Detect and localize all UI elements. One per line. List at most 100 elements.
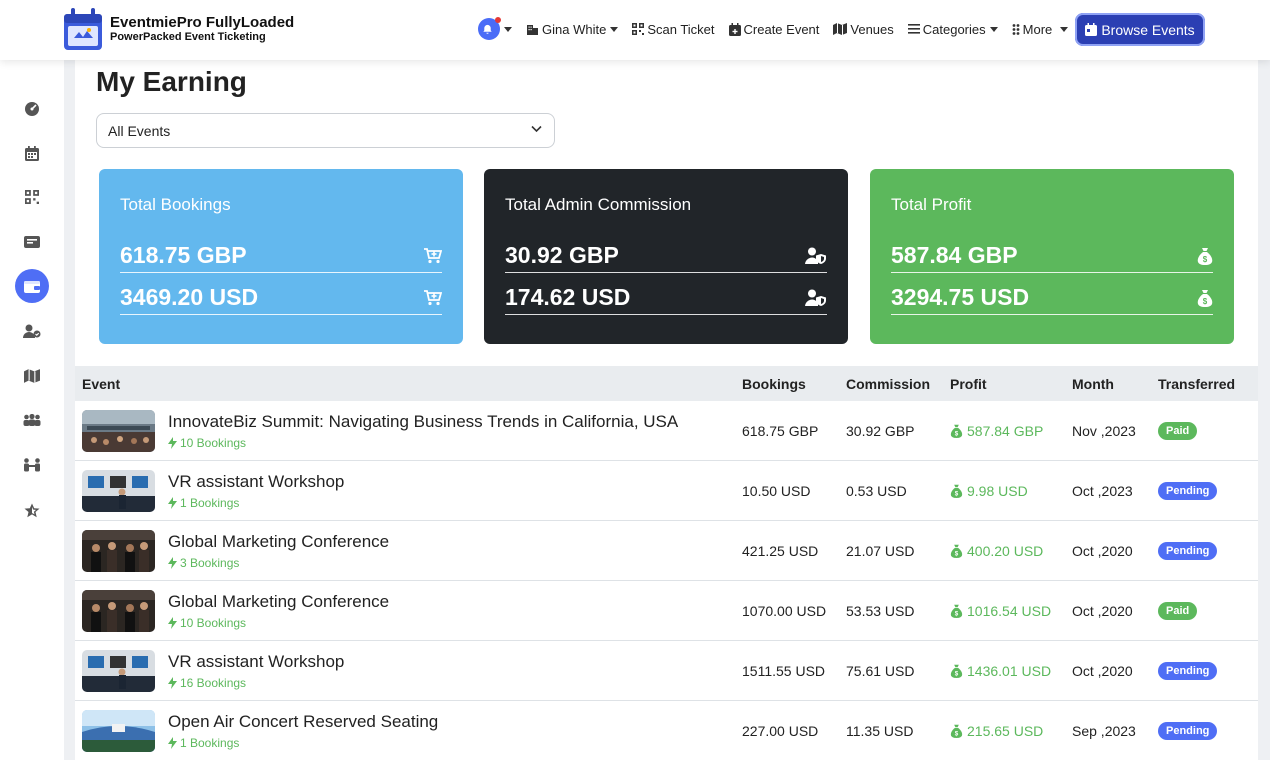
sidebar-item-users[interactable] bbox=[15, 314, 49, 348]
sidebar-item-events[interactable] bbox=[15, 136, 49, 170]
browse-events-button[interactable]: Browse Events bbox=[1075, 13, 1205, 46]
total-admin-commission-card: Total Admin Commission 30.92 GBP 174.62 … bbox=[484, 169, 848, 344]
total-commission-gbp: 30.92 GBP bbox=[505, 242, 619, 268]
svg-text:$: $ bbox=[955, 670, 959, 677]
table-row[interactable]: Global Marketing Conference 3 Bookings 4… bbox=[75, 521, 1258, 581]
scan-ticket-link[interactable]: Scan Ticket bbox=[632, 22, 715, 37]
status-badge: Pending bbox=[1158, 722, 1218, 740]
create-event-link[interactable]: Create Event bbox=[728, 21, 820, 37]
event-thumbnail[interactable] bbox=[82, 529, 155, 572]
bolt-icon bbox=[168, 496, 177, 509]
profit-value: 1016.54 USD bbox=[967, 602, 1052, 619]
notifications-dropdown[interactable] bbox=[478, 17, 512, 40]
chevron-down-icon bbox=[531, 125, 542, 133]
categories-label: Categories bbox=[922, 21, 986, 37]
venues-link[interactable]: Venues bbox=[833, 21, 894, 37]
booking-count: 1 Bookings bbox=[180, 495, 240, 510]
profit-value: 9.98 USD bbox=[967, 482, 1028, 499]
browse-events-label: Browse Events bbox=[1101, 21, 1195, 38]
event-filter-select[interactable]: All Events bbox=[96, 113, 555, 148]
brand-title: EventmiePro FullyLoaded bbox=[110, 14, 295, 31]
month-value: Oct ,2020 bbox=[1072, 542, 1133, 559]
page-title: My Earning bbox=[96, 66, 247, 97]
total-profit-gbp: 587.84 GBP bbox=[891, 242, 1018, 268]
header-commission: Commission bbox=[846, 375, 931, 392]
create-event-label: Create Event bbox=[743, 21, 820, 37]
event-thumbnail[interactable] bbox=[82, 469, 155, 512]
event-title[interactable]: VR assistant Workshop bbox=[168, 472, 344, 492]
status-badge: Paid bbox=[1158, 602, 1198, 620]
bolt-icon bbox=[168, 736, 177, 749]
venues-label: Venues bbox=[850, 21, 894, 37]
event-thumbnail[interactable] bbox=[82, 409, 155, 452]
event-title[interactable]: Global Marketing Conference bbox=[168, 532, 389, 552]
sidebar-item-reviews[interactable] bbox=[15, 493, 49, 527]
user-menu[interactable]: Gina White bbox=[526, 21, 619, 37]
earnings-table: Event Bookings Commission Profit Month T… bbox=[75, 366, 1258, 760]
user-name: Gina White bbox=[542, 21, 607, 37]
calendar-plus-icon bbox=[728, 22, 741, 36]
sidebar-item-sponsors[interactable] bbox=[15, 448, 49, 482]
commission-value: 30.92 GBP bbox=[846, 422, 915, 439]
event-title[interactable]: Open Air Concert Reserved Seating bbox=[168, 712, 438, 732]
svg-text:$: $ bbox=[1203, 255, 1208, 264]
month-value: Oct ,2023 bbox=[1072, 482, 1133, 499]
month-value: Oct ,2020 bbox=[1072, 662, 1133, 679]
total-commission-usd: 174.62 USD bbox=[505, 284, 631, 310]
event-title[interactable]: VR assistant Workshop bbox=[168, 652, 344, 672]
user-shield-icon bbox=[805, 247, 826, 264]
event-title[interactable]: Global Marketing Conference bbox=[168, 592, 389, 612]
sidebar-item-dashboard[interactable] bbox=[15, 92, 49, 126]
commission-value: 75.61 USD bbox=[846, 662, 915, 679]
caret-down-icon bbox=[610, 26, 619, 32]
month-value: Nov ,2023 bbox=[1072, 422, 1136, 439]
commission-value: 0.53 USD bbox=[846, 482, 907, 499]
profit-value: 1436.01 USD bbox=[967, 662, 1052, 679]
table-row[interactable]: InnovateBiz Summit: Navigating Business … bbox=[75, 401, 1258, 461]
sidebar-item-earnings[interactable] bbox=[15, 269, 49, 303]
map-icon bbox=[24, 369, 40, 383]
event-thumbnail[interactable] bbox=[82, 709, 155, 752]
caret-down-icon bbox=[1060, 26, 1069, 32]
bookings-value: 227.00 USD bbox=[742, 722, 819, 739]
table-row[interactable]: VR assistant Workshop 1 Bookings 10.50 U… bbox=[75, 461, 1258, 521]
status-badge: Pending bbox=[1158, 482, 1218, 500]
header-bookings: Bookings bbox=[742, 375, 806, 392]
categories-dropdown[interactable]: Categories bbox=[907, 21, 998, 37]
total-bookings-title: Total Bookings bbox=[120, 195, 231, 214]
booking-count: 16 Bookings bbox=[180, 675, 247, 690]
event-thumbnail[interactable] bbox=[82, 589, 155, 632]
sidebar-item-attendees[interactable] bbox=[15, 403, 49, 437]
event-title[interactable]: InnovateBiz Summit: Navigating Business … bbox=[168, 412, 678, 432]
svg-text:$: $ bbox=[1203, 297, 1208, 306]
calendar-icon bbox=[1085, 23, 1098, 36]
event-filter-value: All Events bbox=[108, 123, 171, 139]
sidebar-item-scan[interactable] bbox=[15, 180, 49, 214]
user-shield-icon bbox=[805, 289, 826, 306]
caret-down-icon bbox=[989, 26, 998, 32]
status-badge: Pending bbox=[1158, 542, 1218, 560]
qrcode-icon bbox=[632, 23, 645, 35]
header-event: Event bbox=[82, 375, 121, 392]
caret-down-icon bbox=[504, 26, 512, 32]
total-bookings-gbp: 618.75 GBP bbox=[120, 242, 247, 268]
menu-lines-icon bbox=[907, 24, 920, 34]
commission-value: 11.35 USD bbox=[846, 722, 914, 739]
status-badge: Paid bbox=[1158, 422, 1198, 440]
total-bookings-card: Total Bookings 618.75 GBP 3469.20 USD bbox=[99, 169, 463, 344]
svg-text:$: $ bbox=[955, 610, 959, 617]
header-month: Month bbox=[1072, 375, 1114, 392]
more-dropdown[interactable]: More bbox=[1012, 22, 1069, 37]
sidebar-item-tickets[interactable] bbox=[15, 225, 49, 259]
total-profit-card: Total Profit 587.84 GBP $ 3294.75 USD $ bbox=[870, 169, 1234, 344]
table-row[interactable]: Open Air Concert Reserved Seating 1 Book… bbox=[75, 701, 1258, 760]
table-row[interactable]: VR assistant Workshop 16 Bookings 1511.5… bbox=[75, 641, 1258, 701]
event-thumbnail[interactable] bbox=[82, 649, 155, 692]
bolt-icon bbox=[168, 556, 177, 569]
table-row[interactable]: Global Marketing Conference 10 Bookings … bbox=[75, 581, 1258, 641]
brand[interactable]: EventmiePro FullyLoaded PowerPacked Even… bbox=[62, 6, 294, 52]
sidebar-item-venues[interactable] bbox=[15, 359, 49, 393]
booking-count: 3 Bookings bbox=[180, 555, 240, 570]
table-header: Event Bookings Commission Profit Month T… bbox=[75, 366, 1258, 401]
svg-text:$: $ bbox=[955, 490, 959, 497]
